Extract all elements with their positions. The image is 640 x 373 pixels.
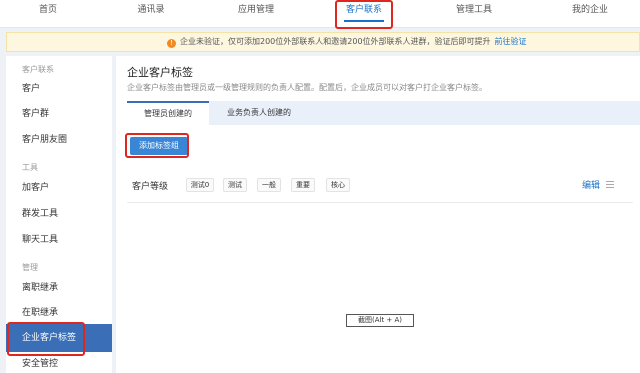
edit-link[interactable]: 编辑 [582,178,600,191]
sidebar-group-tools: 工具 [22,163,38,172]
drag-handle-icon[interactable] [606,181,614,188]
page-description: 企业客户标签由管理员或一级管理规则的负责人配置。配置后，企业成员可以对客户打企业… [127,83,487,92]
page-title: 企业客户标签 [127,66,193,79]
tab-bar: 管理员创建的 业务负责人创建的 [127,101,640,125]
highlight-box-add-button [125,133,189,158]
nav-contacts[interactable]: 通讯录 [96,0,206,28]
tag-chip: 测试0 [186,178,214,192]
verify-link[interactable]: 前往验证 [495,37,527,46]
sidebar-item-chat-tools[interactable]: 聊天工具 [6,226,112,254]
sidebar-item-moments[interactable]: 客户朋友圈 [6,126,112,154]
tag-group-row: 客户等级 测试0 测试 一般 重要 核心 编辑 [127,171,633,203]
sidebar-group-manage: 管理 [22,263,38,272]
notice-text: 企业未验证，仅可添加200位外部联系人和邀请200位外部联系人进群，验证后即可提… [180,37,491,46]
screenshot-tooltip: 截图(Alt + A) [346,314,414,327]
nav-tools[interactable]: 管理工具 [426,0,522,28]
top-nav: 首页 通讯录 应用管理 客户联系 管理工具 我的企业 [0,0,640,28]
nav-my-company[interactable]: 我的企业 [540,0,640,28]
notice-bar: ! 企业未验证，仅可添加200位外部联系人和邀请200位外部联系人进群，验证后即可… [6,32,640,52]
highlight-box-sidebar [7,322,85,356]
warning-icon: ! [167,39,176,48]
nav-home[interactable]: 首页 [0,0,96,28]
tag-chip: 一般 [257,178,281,192]
tag-chip: 测试 [223,178,247,192]
sidebar-item-mass-send[interactable]: 群发工具 [6,200,112,228]
tag-chip: 核心 [326,178,350,192]
highlight-box-nav [335,0,393,29]
sidebar-item-customer-group[interactable]: 客户群 [6,100,112,128]
tab-owner-created[interactable]: 业务负责人创建的 [209,101,309,125]
tab-admin-created[interactable]: 管理员创建的 [127,101,209,125]
nav-apps[interactable]: 应用管理 [206,0,306,28]
tag-group-name: 客户等级 [132,182,169,192]
sidebar-item-add-customer[interactable]: 加客户 [6,174,112,202]
sidebar-group-customer: 客户联系 [22,65,54,74]
sidebar-item-resigned[interactable]: 离职继承 [6,274,112,302]
tag-chip: 重要 [291,178,315,192]
sidebar-item-customer[interactable]: 客户 [6,75,112,103]
